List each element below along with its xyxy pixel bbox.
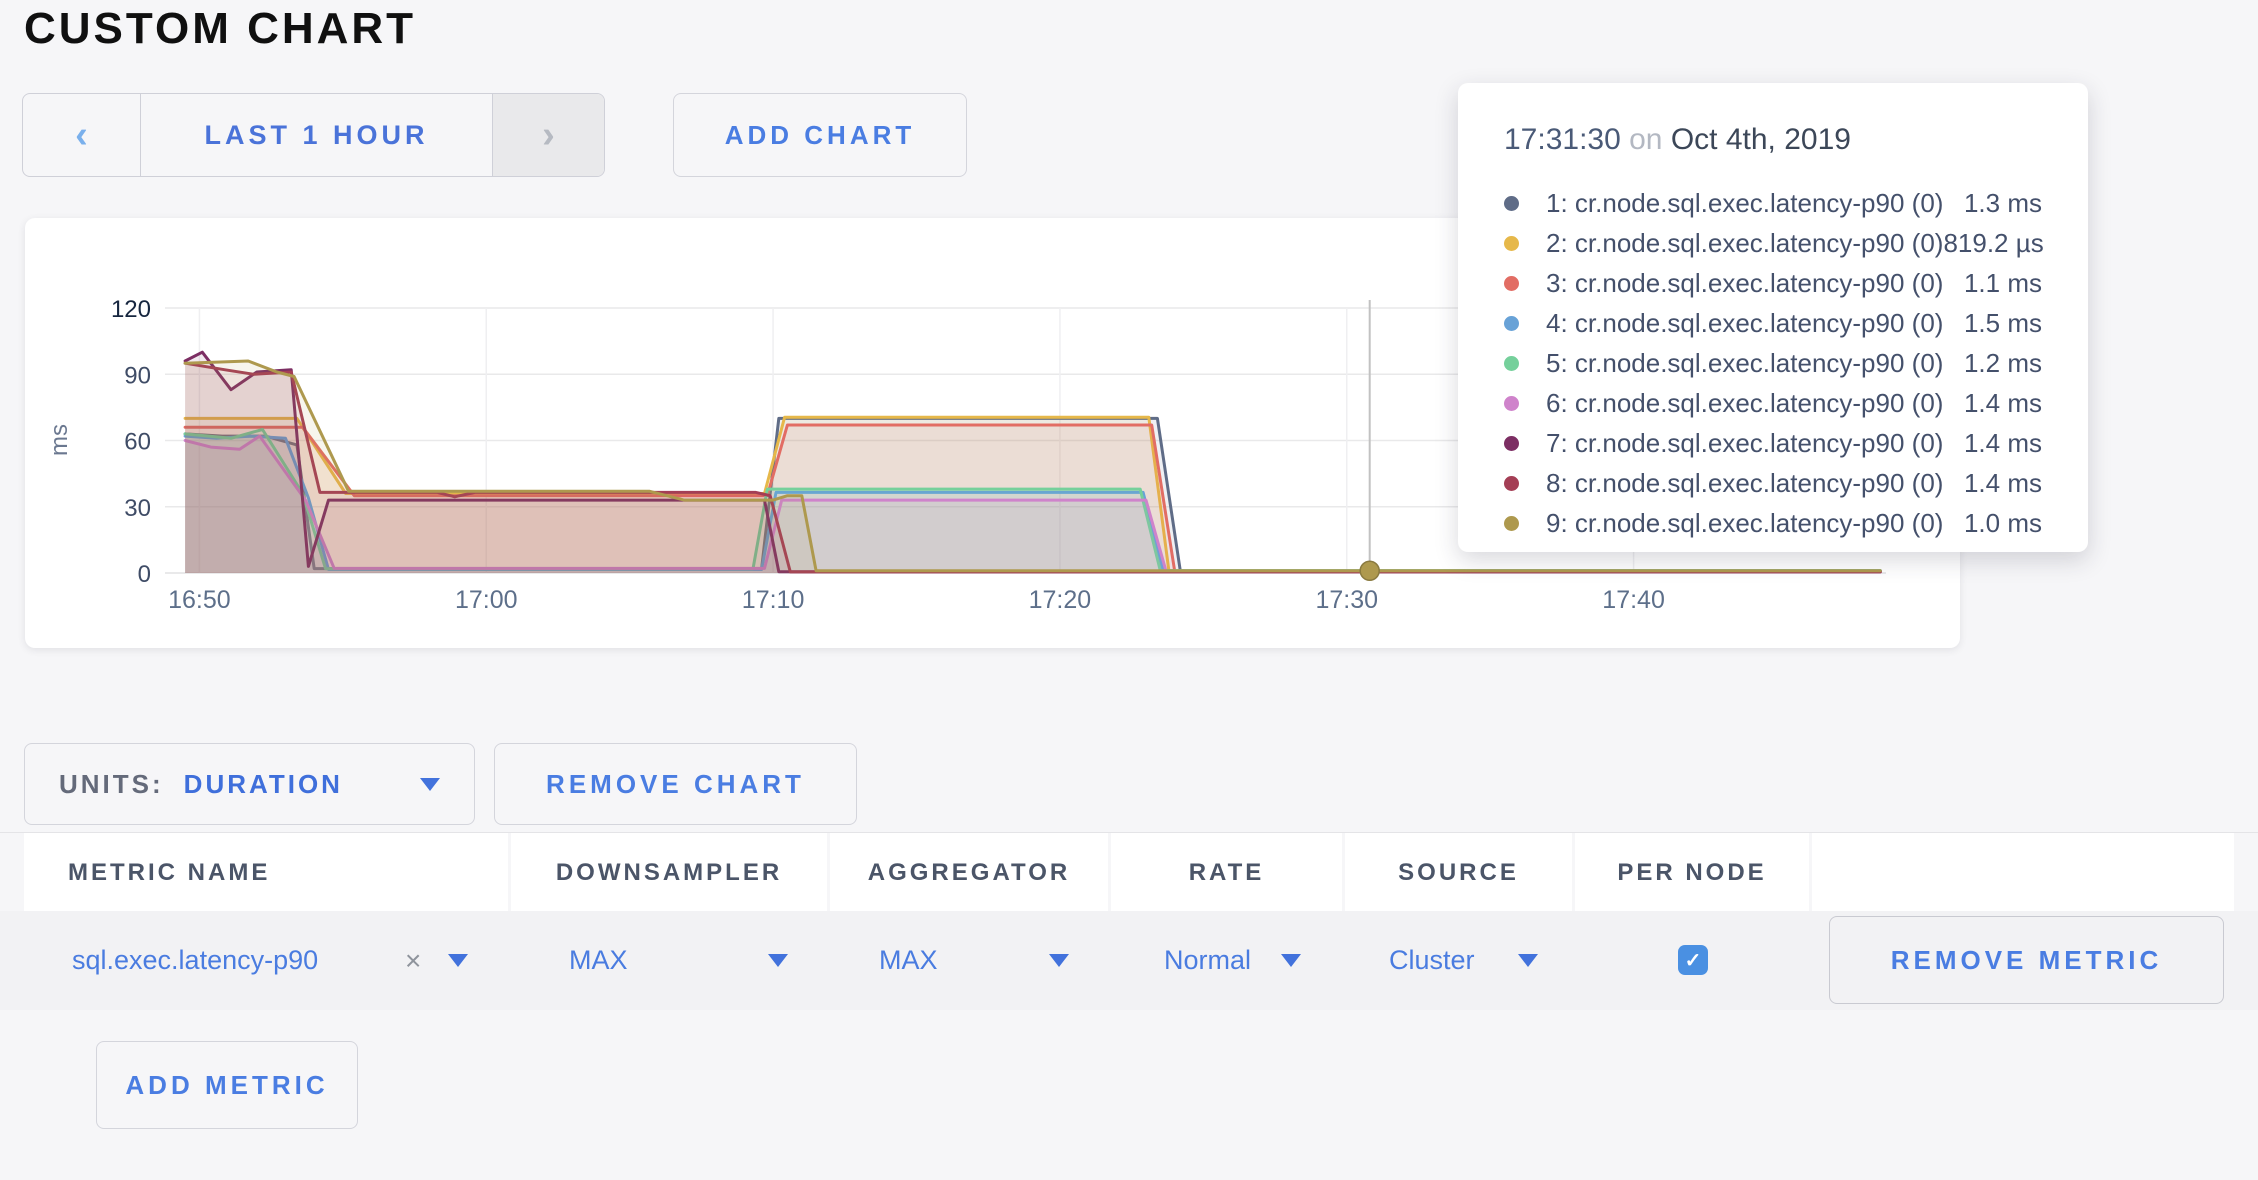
y-axis-tick-label: 120	[111, 296, 151, 323]
series-color-dot-icon	[1504, 436, 1519, 451]
series-color-dot-icon	[1504, 396, 1519, 411]
metric-name-value[interactable]: sql.exec.latency-p90	[72, 911, 318, 1010]
tooltip-series-row: 8: cr.node.sql.exec.latency-p90 (0) 1.4 …	[1504, 463, 2042, 503]
source-select[interactable]: Cluster	[1389, 911, 1475, 1010]
column-header: PER NODE	[1575, 833, 1809, 912]
x-axis-tick-label: 17:10	[742, 586, 805, 614]
tooltip-series-row: 2: cr.node.sql.exec.latency-p90 (0) 819.…	[1504, 223, 2042, 263]
tooltip-series-row: 5: cr.node.sql.exec.latency-p90 (0) 1.2 …	[1504, 343, 2042, 383]
tooltip-series-value: 1.4 ms	[1964, 468, 2042, 499]
tooltip-series-value: 1.0 ms	[1964, 508, 2042, 539]
source-dropdown-icon[interactable]	[1518, 911, 1538, 1010]
custom-chart-page: CUSTOM CHART ‹ LAST 1 HOUR › ADD CHART 0…	[0, 0, 2258, 1180]
aggregator-select[interactable]: MAX	[879, 911, 938, 1010]
rate-dropdown-icon[interactable]	[1281, 911, 1301, 1010]
per-node-checkbox[interactable]: ✓	[1678, 945, 1708, 975]
remove-metric-button[interactable]: REMOVE METRIC	[1829, 916, 2224, 1004]
x-axis-tick-label: 17:00	[455, 586, 518, 614]
series-color-dot-icon	[1504, 276, 1519, 291]
chart-hover-tooltip: 17:31:30 on Oct 4th, 2019 1: cr.node.sql…	[1458, 83, 2088, 552]
chevron-left-icon: ‹	[75, 116, 88, 154]
tooltip-series-label: 6: cr.node.sql.exec.latency-p90 (0)	[1546, 388, 1964, 419]
time-window-dropdown[interactable]: LAST 1 HOUR	[141, 94, 492, 176]
tooltip-time: 17:31:30	[1504, 123, 1621, 156]
metrics-table-header: METRIC NAMEDOWNSAMPLERAGGREGATORRATESOUR…	[0, 832, 2258, 911]
metric-row: sql.exec.latency-p90 × MAX MAX Normal Cl…	[0, 911, 2258, 1010]
y-axis-tick-label: 30	[124, 495, 151, 522]
column-header: SOURCE	[1345, 833, 1572, 912]
y-axis-tick-label: 60	[124, 429, 151, 456]
tooltip-series-value: 1.5 ms	[1964, 308, 2042, 339]
tooltip-series-row: 4: cr.node.sql.exec.latency-p90 (0) 1.5 …	[1504, 303, 2042, 343]
series-color-dot-icon	[1504, 356, 1519, 371]
tooltip-series-label: 2: cr.node.sql.exec.latency-p90 (0)	[1546, 228, 1943, 259]
y-axis-tick-label: 0	[138, 561, 151, 588]
series-color-dot-icon	[1504, 516, 1519, 531]
tooltip-series-row: 7: cr.node.sql.exec.latency-p90 (0) 1.4 …	[1504, 423, 2042, 463]
column-header	[1812, 833, 2234, 912]
column-header: RATE	[1111, 833, 1342, 912]
tooltip-series-label: 9: cr.node.sql.exec.latency-p90 (0)	[1546, 508, 1964, 539]
series-color-dot-icon	[1504, 316, 1519, 331]
time-window-next-button[interactable]: ›	[492, 94, 604, 176]
units-value: DURATION	[184, 769, 343, 800]
tooltip-series-label: 3: cr.node.sql.exec.latency-p90 (0)	[1546, 268, 1964, 299]
x-axis-tick-label: 16:50	[168, 586, 231, 614]
y-axis-unit-label: ms	[46, 424, 73, 456]
series-color-dot-icon	[1504, 236, 1519, 251]
column-header: METRIC NAME	[24, 833, 508, 912]
check-icon: ✓	[1685, 948, 1702, 973]
chevron-down-icon	[420, 778, 440, 791]
tooltip-series-list: 1: cr.node.sql.exec.latency-p90 (0) 1.3 …	[1504, 183, 2042, 543]
downsampler-select[interactable]: MAX	[569, 911, 628, 1010]
tooltip-series-label: 5: cr.node.sql.exec.latency-p90 (0)	[1546, 348, 1964, 379]
metric-clear-icon[interactable]: ×	[405, 911, 421, 1010]
remove-chart-button[interactable]: REMOVE CHART	[494, 743, 857, 825]
tooltip-conjunction: on	[1629, 123, 1662, 156]
tooltip-date: Oct 4th, 2019	[1671, 123, 1851, 156]
tooltip-series-label: 8: cr.node.sql.exec.latency-p90 (0)	[1546, 468, 1964, 499]
tooltip-series-value: 1.4 ms	[1964, 428, 2042, 459]
column-header: AGGREGATOR	[830, 833, 1108, 912]
hover-point-dot	[1360, 561, 1379, 580]
series-color-dot-icon	[1504, 476, 1519, 491]
chevron-right-icon: ›	[542, 116, 555, 154]
tooltip-header: 17:31:30 on Oct 4th, 2019	[1504, 123, 2042, 157]
tooltip-series-value: 1.3 ms	[1964, 188, 2042, 219]
time-window-prev-button[interactable]: ‹	[23, 94, 141, 176]
tooltip-series-value: 1.1 ms	[1964, 268, 2042, 299]
series-color-dot-icon	[1504, 196, 1519, 211]
tooltip-series-label: 7: cr.node.sql.exec.latency-p90 (0)	[1546, 428, 1964, 459]
downsampler-dropdown-icon[interactable]	[768, 911, 788, 1010]
tooltip-series-value: 1.2 ms	[1964, 348, 2042, 379]
x-axis-tick-label: 17:40	[1602, 586, 1665, 614]
add-metric-button[interactable]: ADD METRIC	[96, 1041, 358, 1129]
column-header: DOWNSAMPLER	[511, 833, 827, 912]
tooltip-series-label: 4: cr.node.sql.exec.latency-p90 (0)	[1546, 308, 1964, 339]
rate-select[interactable]: Normal	[1164, 911, 1251, 1010]
metric-name-dropdown-icon[interactable]	[448, 911, 468, 1010]
tooltip-series-label: 1: cr.node.sql.exec.latency-p90 (0)	[1546, 188, 1964, 219]
x-axis-tick-label: 17:30	[1315, 586, 1378, 614]
tooltip-series-value: 819.2 µs	[1943, 228, 2043, 259]
tooltip-series-value: 1.4 ms	[1964, 388, 2042, 419]
tooltip-series-row: 1: cr.node.sql.exec.latency-p90 (0) 1.3 …	[1504, 183, 2042, 223]
add-chart-button[interactable]: ADD CHART	[673, 93, 967, 177]
tooltip-series-row: 6: cr.node.sql.exec.latency-p90 (0) 1.4 …	[1504, 383, 2042, 423]
tooltip-series-row: 9: cr.node.sql.exec.latency-p90 (0) 1.0 …	[1504, 503, 2042, 543]
tooltip-series-row: 3: cr.node.sql.exec.latency-p90 (0) 1.1 …	[1504, 263, 2042, 303]
time-window-selector: ‹ LAST 1 HOUR ›	[22, 93, 605, 177]
units-label: UNITS:	[59, 769, 164, 800]
aggregator-dropdown-icon[interactable]	[1049, 911, 1069, 1010]
units-dropdown[interactable]: UNITS: DURATION	[24, 743, 475, 825]
page-title: CUSTOM CHART	[24, 4, 416, 54]
x-axis-tick-label: 17:20	[1029, 586, 1092, 614]
y-axis-tick-label: 90	[124, 362, 151, 389]
